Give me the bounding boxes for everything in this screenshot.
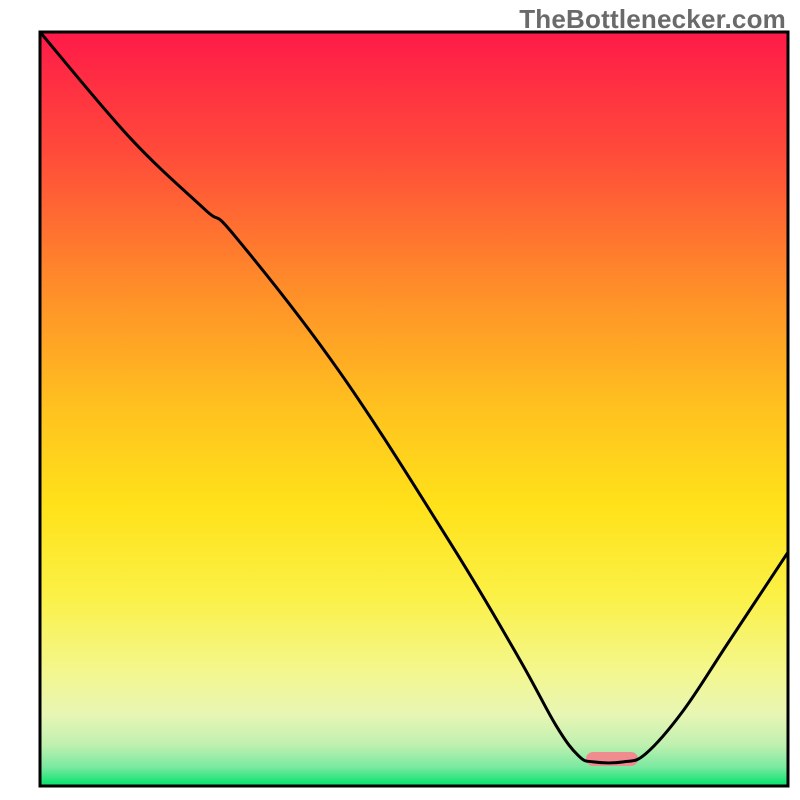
- plot-background: [40, 32, 788, 786]
- chart-stage: TheBottlenecker.com: [0, 0, 800, 800]
- chart-svg: [0, 0, 800, 800]
- watermark-text: TheBottlenecker.com: [519, 4, 786, 35]
